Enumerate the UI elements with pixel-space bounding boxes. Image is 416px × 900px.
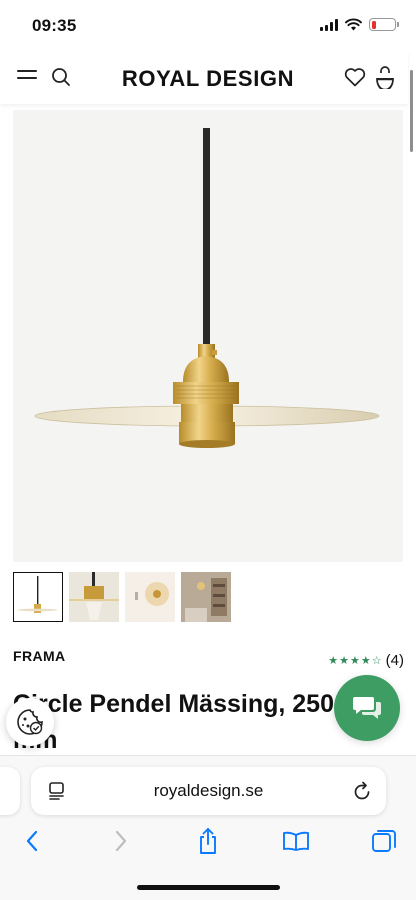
product-rating[interactable]: ★ ★ ★ ★ ☆ (4) [328, 652, 404, 669]
bookmarks-button[interactable] [281, 826, 311, 856]
reload-icon[interactable] [352, 780, 372, 802]
heart-icon[interactable] [344, 67, 366, 87]
star-filled-icon: ★ [360, 655, 371, 667]
cookie-settings-button[interactable] [6, 698, 54, 746]
thumbnail-3[interactable] [125, 572, 175, 622]
wifi-icon [345, 18, 362, 31]
previous-tab-card[interactable] [0, 767, 20, 815]
shopping-bag-icon[interactable] [374, 65, 396, 89]
pendant-lamp-illustration [34, 128, 380, 448]
page-scrollbar[interactable] [410, 70, 413, 152]
browser-chrome: royaldesign.se [0, 755, 416, 900]
rating-count: (4) [385, 652, 404, 669]
chat-icon [353, 697, 381, 719]
chat-button[interactable] [334, 675, 400, 741]
product-title-line1: Circle Pendel Mässing, 250 [13, 690, 334, 718]
battery-icon [369, 18, 399, 31]
share-icon [200, 828, 216, 854]
back-button[interactable] [17, 826, 47, 856]
thumbnail-4[interactable] [181, 572, 231, 622]
browser-toolbar [0, 826, 416, 856]
address-bar[interactable]: royaldesign.se [31, 767, 386, 815]
status-icons [320, 18, 399, 31]
product-title: Circle Pendel Mässing, 250 mm [13, 686, 343, 759]
back-icon [26, 830, 38, 852]
forward-button[interactable] [106, 826, 136, 856]
star-filled-icon: ★ [350, 655, 360, 667]
thumbnail-gallery [13, 572, 231, 622]
rating-stars: ★ ★ ★ ★ ☆ [328, 654, 381, 667]
tabs-icon [372, 830, 396, 852]
share-button[interactable] [193, 826, 223, 856]
tabs-button[interactable] [369, 826, 399, 856]
thumbnail-1[interactable] [13, 572, 63, 622]
product-brand[interactable]: FRAMA [13, 648, 66, 664]
forward-icon [115, 830, 127, 852]
star-filled-icon: ★ [328, 655, 339, 667]
cellular-signal-icon [320, 18, 338, 31]
bookmarks-icon [283, 831, 309, 851]
thumbnail-2[interactable] [69, 572, 119, 622]
star-empty-icon: ☆ [371, 655, 382, 667]
status-bar: 09:35 [0, 0, 416, 52]
home-indicator[interactable] [137, 885, 280, 890]
site-header: ROYAL DESIGN [0, 52, 408, 104]
cookie-icon [17, 709, 43, 735]
product-title-line2: mm [13, 722, 343, 758]
url-text[interactable]: royaldesign.se [31, 781, 386, 801]
product-main-image[interactable] [13, 110, 403, 562]
status-time: 09:35 [32, 16, 77, 35]
star-filled-icon: ★ [339, 655, 350, 667]
